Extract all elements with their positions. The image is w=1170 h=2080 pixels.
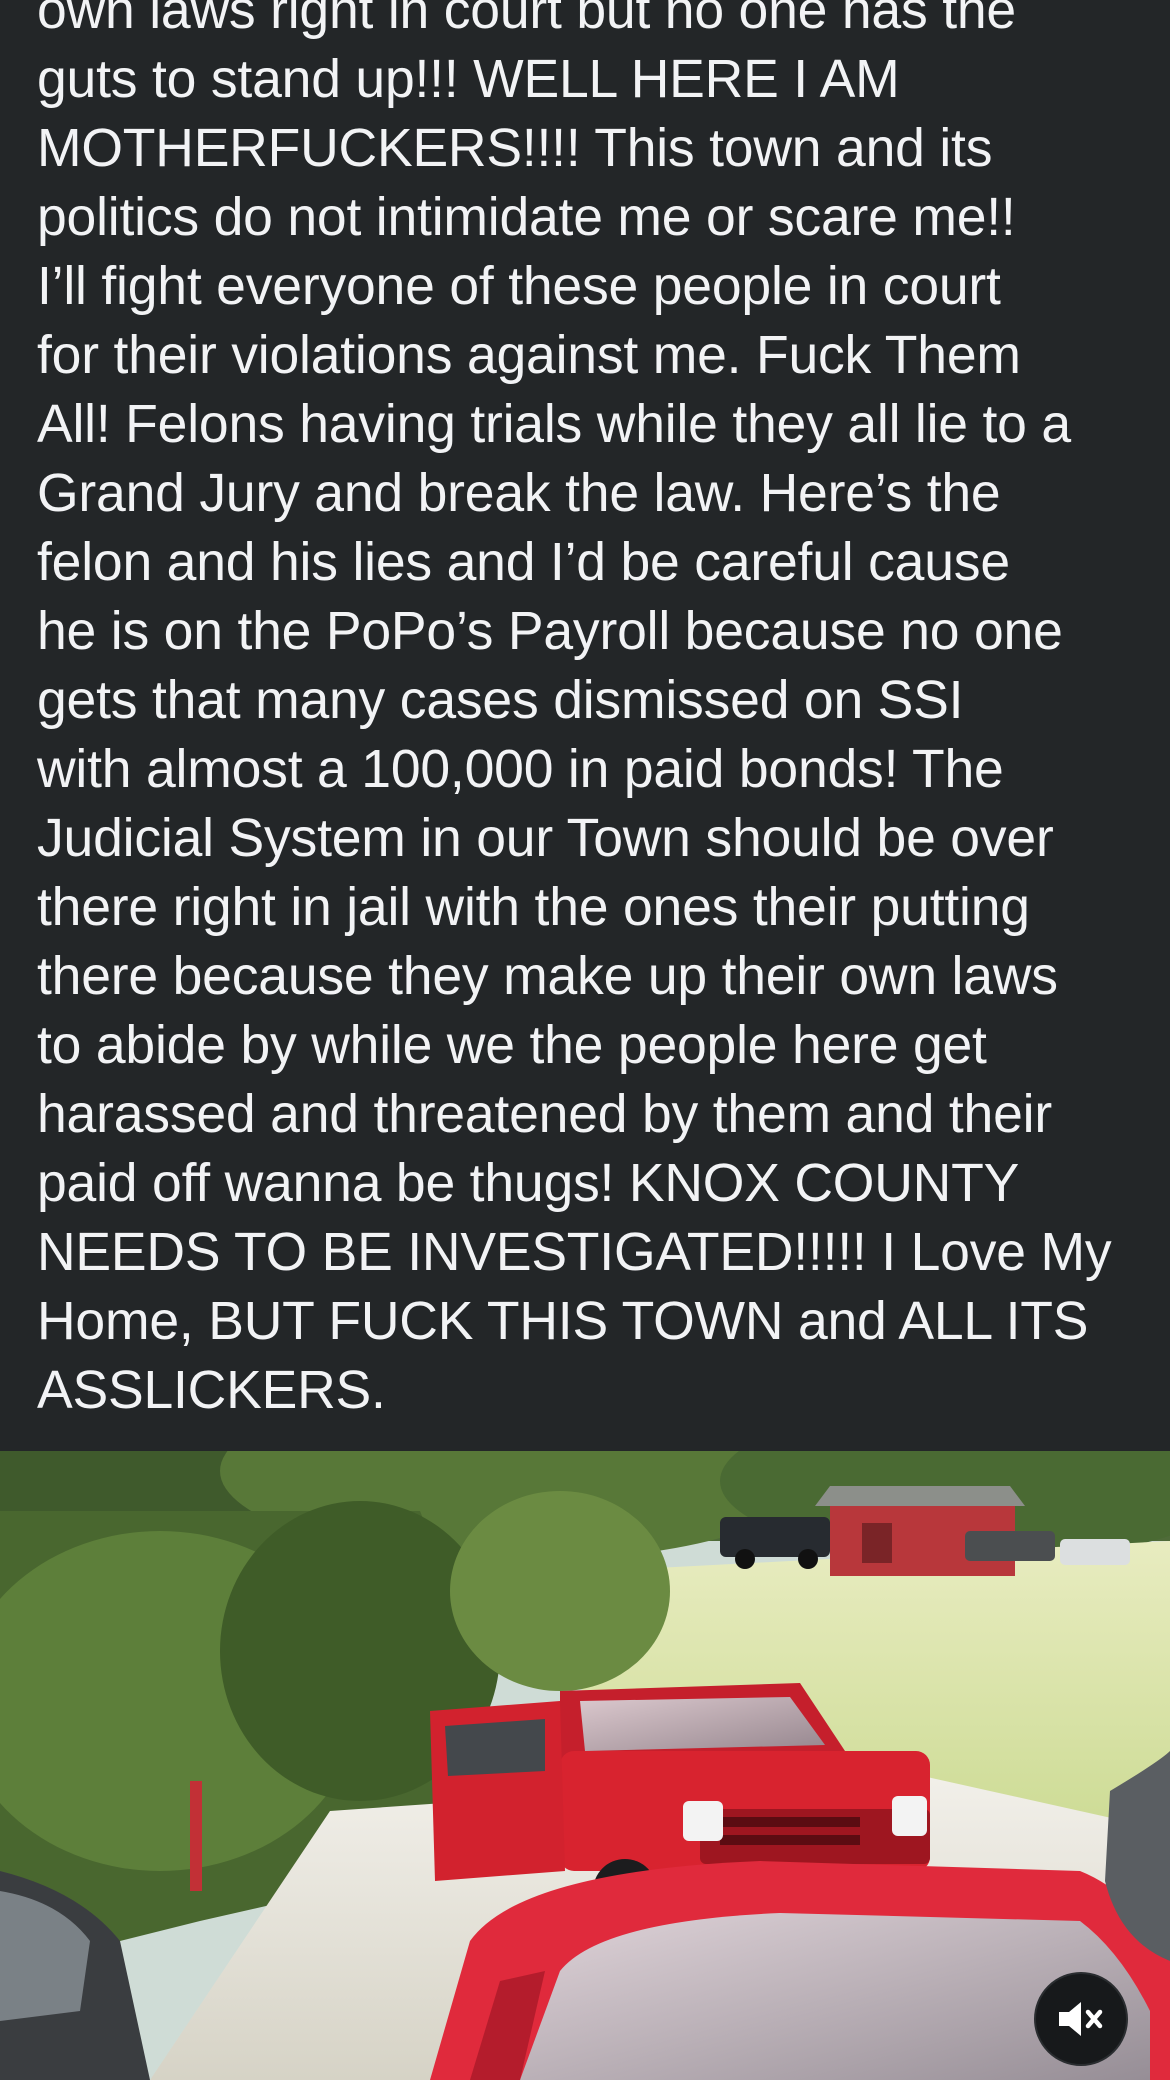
speaker-muted-icon [1059, 2002, 1103, 2036]
post-text: own laws right in court but no one has t… [37, 0, 1112, 1420]
video-frame [0, 1451, 1170, 2080]
video-player[interactable] [0, 1451, 1170, 2080]
mute-toggle-button[interactable] [1034, 1972, 1128, 2066]
